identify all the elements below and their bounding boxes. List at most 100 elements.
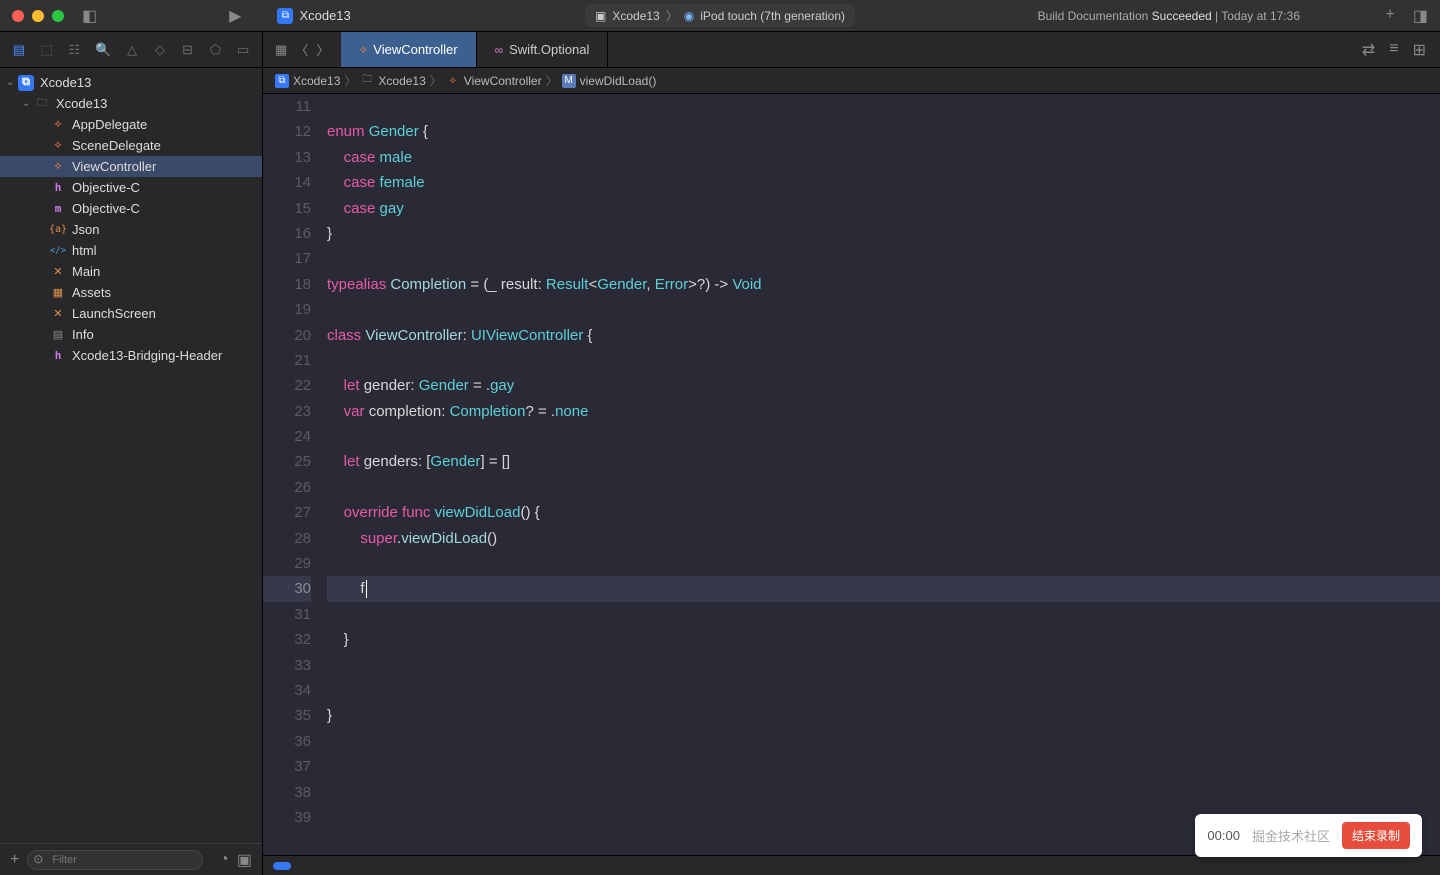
add-editor-icon[interactable]: ⊞: [1413, 40, 1426, 60]
tree-file[interactable]: mObjective-C: [0, 198, 262, 219]
code-line[interactable]: [327, 424, 1440, 449]
tree-file[interactable]: ▦Assets: [0, 282, 262, 303]
code-line[interactable]: typealias Completion = (_ result: Result…: [327, 272, 1440, 297]
tree-file[interactable]: ✕LaunchScreen: [0, 303, 262, 324]
code-content[interactable]: enum Gender { case male case female case…: [321, 94, 1440, 855]
code-line[interactable]: let gender: Gender = .gay: [327, 373, 1440, 398]
symbol-navigator-icon[interactable]: ☷: [68, 42, 82, 58]
source-control-navigator-icon[interactable]: ⬚: [40, 42, 54, 58]
tree-file[interactable]: ⟡ViewController: [0, 156, 262, 177]
tree-group[interactable]: ⌄ 🗀 Xcode13: [0, 93, 262, 114]
code-line[interactable]: var completion: Completion? = .none: [327, 399, 1440, 424]
breadcrumb-item[interactable]: ⧉Xcode13: [275, 74, 340, 88]
library-icon[interactable]: ◨: [1413, 6, 1428, 26]
code-line[interactable]: [327, 754, 1440, 779]
swift-icon: ⟡: [50, 138, 66, 154]
chevron-right-icon: 〉: [430, 72, 442, 89]
tree-root[interactable]: ⌄ ⧉ Xcode13: [0, 72, 262, 93]
line-number: 30: [263, 576, 311, 601]
issue-navigator-icon[interactable]: △: [125, 42, 139, 58]
debug-navigator-icon[interactable]: ⊟: [181, 42, 195, 58]
code-line[interactable]: case male: [327, 145, 1440, 170]
breakpoint-navigator-icon[interactable]: ⬠: [209, 42, 223, 58]
line-number: 16: [263, 221, 311, 246]
line-number: 29: [263, 551, 311, 576]
app-icon: ⧉: [277, 8, 293, 24]
tree-file[interactable]: {a}Json: [0, 219, 262, 240]
code-line[interactable]: }: [327, 703, 1440, 728]
back-icon[interactable]: 〈: [295, 40, 308, 59]
run-button[interactable]: ▶: [229, 6, 241, 26]
code-line[interactable]: override func viewDidLoad() {: [327, 500, 1440, 525]
tree-file[interactable]: hXcode13-Bridging-Header: [0, 345, 262, 366]
code-line[interactable]: [327, 297, 1440, 322]
code-line[interactable]: [327, 348, 1440, 373]
titlebar-right: + ◨: [1386, 6, 1428, 26]
code-line[interactable]: }: [327, 221, 1440, 246]
breadcrumb-item[interactable]: MviewDidLoad(): [562, 74, 657, 88]
project-navigator-icon[interactable]: ▤: [12, 42, 26, 58]
tree-file[interactable]: ▤Info: [0, 324, 262, 345]
editor-toolbar-right: ⇄ ≡ ⊞: [1362, 40, 1440, 60]
code-line[interactable]: [327, 246, 1440, 271]
breadcrumb-item[interactable]: 🗀Xcode13: [360, 74, 425, 88]
code-line[interactable]: [327, 475, 1440, 500]
close-button[interactable]: [12, 10, 24, 22]
related-items-icon[interactable]: ▦: [275, 42, 287, 58]
editor-tab[interactable]: ∞Swift.Optional: [477, 32, 609, 67]
tree-file[interactable]: </>html: [0, 240, 262, 261]
find-navigator-icon[interactable]: 🔍: [95, 42, 111, 58]
code-line[interactable]: f: [327, 576, 1440, 601]
toggle-changes-icon[interactable]: ⇄: [1362, 40, 1375, 60]
filter-input[interactable]: [27, 850, 203, 870]
project-icon: ⧉: [18, 75, 34, 91]
code-line[interactable]: [327, 678, 1440, 703]
code-line[interactable]: [327, 653, 1440, 678]
code-line[interactable]: [327, 551, 1440, 576]
status-result: Succeeded: [1152, 9, 1212, 23]
code-line[interactable]: [327, 729, 1440, 754]
scheme-selector[interactable]: ▣ Xcode13 〉 ◉ iPod touch (7th generation…: [585, 4, 855, 27]
jump-bar[interactable]: ⧉Xcode13〉🗀Xcode13〉⟡ViewController〉MviewD…: [263, 68, 1440, 94]
add-file-icon[interactable]: +: [10, 851, 19, 869]
code-line[interactable]: class ViewController: UIViewController {: [327, 323, 1440, 348]
breadcrumb-item[interactable]: ⟡ViewController: [446, 74, 542, 88]
tree-file[interactable]: hObjective-C: [0, 177, 262, 198]
line-number: 25: [263, 449, 311, 474]
maximize-button[interactable]: [52, 10, 64, 22]
tree-file[interactable]: ✕Main: [0, 261, 262, 282]
editor-options-icon[interactable]: ≡: [1389, 40, 1398, 60]
code-line[interactable]: [327, 602, 1440, 627]
stop-recording-button[interactable]: 结束录制: [1342, 822, 1410, 849]
line-number: 23: [263, 399, 311, 424]
test-navigator-icon[interactable]: ◇: [153, 42, 167, 58]
tree-file[interactable]: ⟡SceneDelegate: [0, 135, 262, 156]
disclosure-icon[interactable]: ⌄: [6, 77, 18, 88]
add-button[interactable]: +: [1386, 6, 1395, 26]
code-line[interactable]: [327, 780, 1440, 805]
tree-file[interactable]: ⟡AppDelegate: [0, 114, 262, 135]
minimize-button[interactable]: [32, 10, 44, 22]
code-line[interactable]: super.viewDidLoad(): [327, 526, 1440, 551]
code-line[interactable]: case gay: [327, 196, 1440, 221]
editor-tab[interactable]: ⟡ViewController: [341, 32, 476, 67]
code-line[interactable]: enum Gender {: [327, 119, 1440, 144]
line-number: 31: [263, 602, 311, 627]
header-icon: h: [50, 348, 66, 364]
code-line[interactable]: let genders: [Gender] = []: [327, 449, 1440, 474]
line-number: 39: [263, 805, 311, 830]
line-number: 27: [263, 500, 311, 525]
code-line[interactable]: [327, 94, 1440, 119]
forward-icon[interactable]: 〉: [316, 40, 329, 59]
recent-filter-icon[interactable]: ◔: [219, 851, 229, 869]
code-editor[interactable]: 1112131415161718192021222324252627282930…: [263, 94, 1440, 855]
status-indicator[interactable]: [273, 862, 291, 870]
tree-label: Assets: [72, 285, 111, 300]
status-time: | Today at 17:36: [1215, 9, 1300, 23]
sidebar-toggle-icon[interactable]: ◧: [82, 6, 97, 26]
code-line[interactable]: case female: [327, 170, 1440, 195]
report-navigator-icon[interactable]: ▭: [236, 42, 250, 58]
code-line[interactable]: }: [327, 627, 1440, 652]
disclosure-icon[interactable]: ⌄: [22, 98, 34, 109]
scm-filter-icon[interactable]: ▣: [237, 850, 252, 870]
